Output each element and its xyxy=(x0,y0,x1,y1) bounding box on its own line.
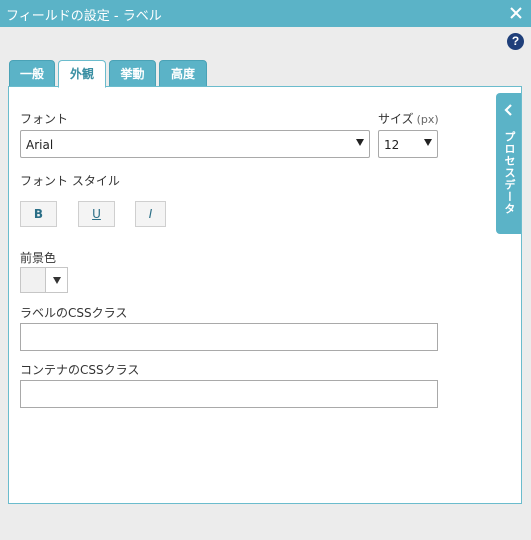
size-label: サイズ (px) xyxy=(378,110,439,127)
window-title: フィールドの設定 - ラベル xyxy=(6,9,162,24)
title-bar: フィールドの設定 - ラベル xyxy=(0,0,531,27)
color-swatch xyxy=(21,268,46,292)
size-select-value: 12 xyxy=(384,138,400,152)
label-css-class-input[interactable] xyxy=(20,323,438,351)
side-tab-label: プロセスデータ xyxy=(503,131,516,215)
tab-behavior[interactable]: 挙動 xyxy=(109,60,156,87)
italic-button[interactable]: I xyxy=(135,201,166,227)
chevron-down-icon xyxy=(356,139,364,146)
size-label-text: サイズ xyxy=(378,112,414,126)
bold-button[interactable]: B xyxy=(20,201,57,227)
tab-appearance[interactable]: 外観 xyxy=(58,60,106,88)
close-icon[interactable] xyxy=(507,4,525,22)
font-select[interactable]: Arial xyxy=(20,130,370,158)
font-select-value: Arial xyxy=(26,138,54,152)
font-style-label: フォント スタイル xyxy=(20,174,120,188)
chevron-down-icon xyxy=(424,139,432,146)
help-icon[interactable]: ? xyxy=(507,33,524,50)
container-css-class-label: コンテナのCSSクラス xyxy=(20,363,140,377)
tab-advanced[interactable]: 高度 xyxy=(159,60,207,87)
underline-button[interactable]: U xyxy=(78,201,115,227)
container-css-class-input[interactable] xyxy=(20,380,438,408)
process-data-side-tab[interactable]: プロセスデータ xyxy=(496,93,521,234)
foreground-color-label: 前景色 xyxy=(20,251,57,265)
foreground-color-picker[interactable] xyxy=(20,267,68,293)
font-label: フォント xyxy=(20,112,69,126)
label-css-class-label: ラベルのCSSクラス xyxy=(20,306,128,320)
size-unit: (px) xyxy=(416,113,439,126)
chevron-left-icon xyxy=(504,101,514,120)
size-select[interactable]: 12 xyxy=(378,130,438,158)
tab-general[interactable]: 一般 xyxy=(9,60,55,87)
chevron-down-icon xyxy=(53,277,61,284)
